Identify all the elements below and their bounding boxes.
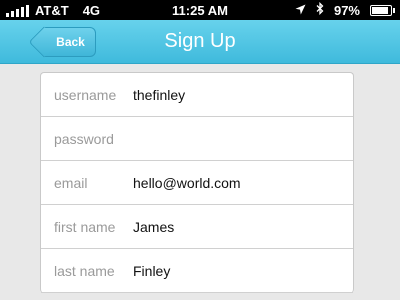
- location-icon: [295, 3, 306, 18]
- battery-percent: 97%: [333, 2, 360, 18]
- username-field-row[interactable]: username thefinley: [41, 73, 353, 117]
- email-input[interactable]: hello@world.com: [133, 175, 241, 191]
- status-bar: AT&T 4G 11:25 AM 97%: [0, 0, 400, 20]
- last-name-field-row[interactable]: last name Finley: [41, 249, 353, 293]
- bluetooth-icon: [316, 1, 324, 18]
- email-field-row[interactable]: email hello@world.com: [41, 161, 353, 205]
- navigation-bar: Back Sign Up: [0, 20, 400, 64]
- username-input[interactable]: thefinley: [133, 87, 185, 103]
- first-name-label: first name: [54, 218, 116, 235]
- password-field-row[interactable]: password: [41, 117, 353, 161]
- email-label: email: [54, 174, 88, 191]
- signup-form: username thefinley password email hello@…: [40, 72, 354, 293]
- first-name-input[interactable]: James: [133, 219, 174, 235]
- first-name-field-row[interactable]: first name James: [41, 205, 353, 249]
- battery-level: [372, 6, 389, 14]
- last-name-label: last name: [54, 262, 115, 279]
- last-name-input[interactable]: Finley: [133, 263, 170, 279]
- battery-icon: [370, 4, 395, 16]
- username-label: username: [54, 86, 117, 103]
- form-background: username thefinley password email hello@…: [0, 64, 400, 300]
- password-label: password: [54, 130, 114, 147]
- status-right: 97%: [295, 1, 395, 18]
- page-title: Sign Up: [164, 30, 236, 52]
